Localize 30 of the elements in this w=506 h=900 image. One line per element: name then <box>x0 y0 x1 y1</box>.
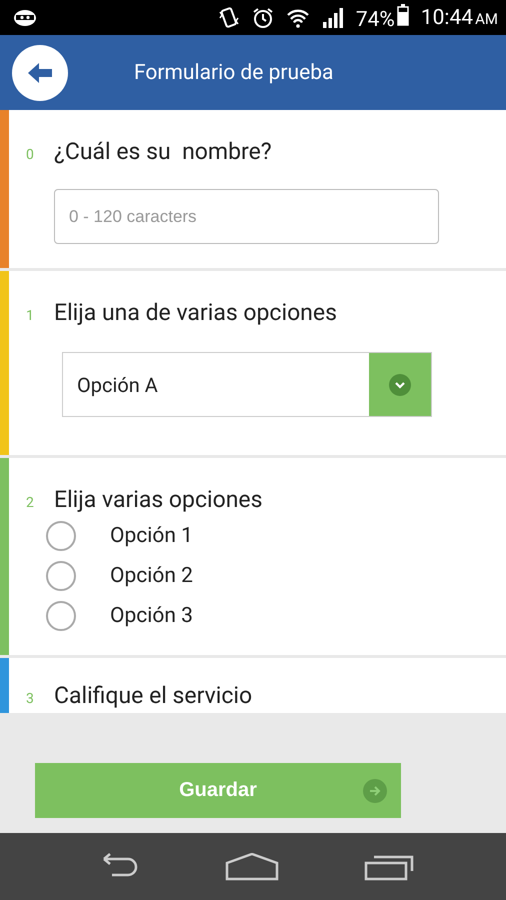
radio-button[interactable] <box>46 601 76 631</box>
screen-title: Formulario de prueba <box>134 60 334 84</box>
signal-icon <box>322 8 344 28</box>
clock-meridiem: AM <box>475 10 498 28</box>
wifi-icon <box>286 8 310 28</box>
question-number: 3 <box>26 691 35 707</box>
dropdown-field[interactable]: Opción A <box>62 352 432 417</box>
alarm-icon <box>252 6 274 28</box>
arrow-right-icon <box>363 779 387 803</box>
question-title: Elija una de varias opciones <box>54 299 337 326</box>
clock-time: 10:44 <box>420 6 474 30</box>
question-title: ¿Cuál es su nombre? <box>54 138 272 165</box>
question-number: 2 <box>26 495 35 511</box>
back-arrow-icon <box>26 60 54 84</box>
battery-percent: 74% <box>356 8 395 32</box>
question-title: Califique el servicio <box>54 682 252 709</box>
radio-button[interactable] <box>46 521 76 551</box>
radio-button[interactable] <box>46 561 76 591</box>
question-number: 0 <box>26 147 35 163</box>
option-label: Opción 3 <box>110 604 193 628</box>
chevron-down-icon <box>389 374 411 396</box>
option-label: Opción 1 <box>110 524 193 548</box>
vibrate-icon <box>218 6 240 30</box>
option-label: Opción 2 <box>110 564 193 588</box>
home-nav-icon[interactable] <box>224 852 279 880</box>
question-number: 1 <box>26 308 35 324</box>
battery-icon <box>396 4 409 26</box>
text-input-field[interactable]: 0 - 120 caracters <box>54 189 439 244</box>
question-title: Elija varias opciones <box>54 486 262 513</box>
ninja-icon <box>12 8 38 26</box>
